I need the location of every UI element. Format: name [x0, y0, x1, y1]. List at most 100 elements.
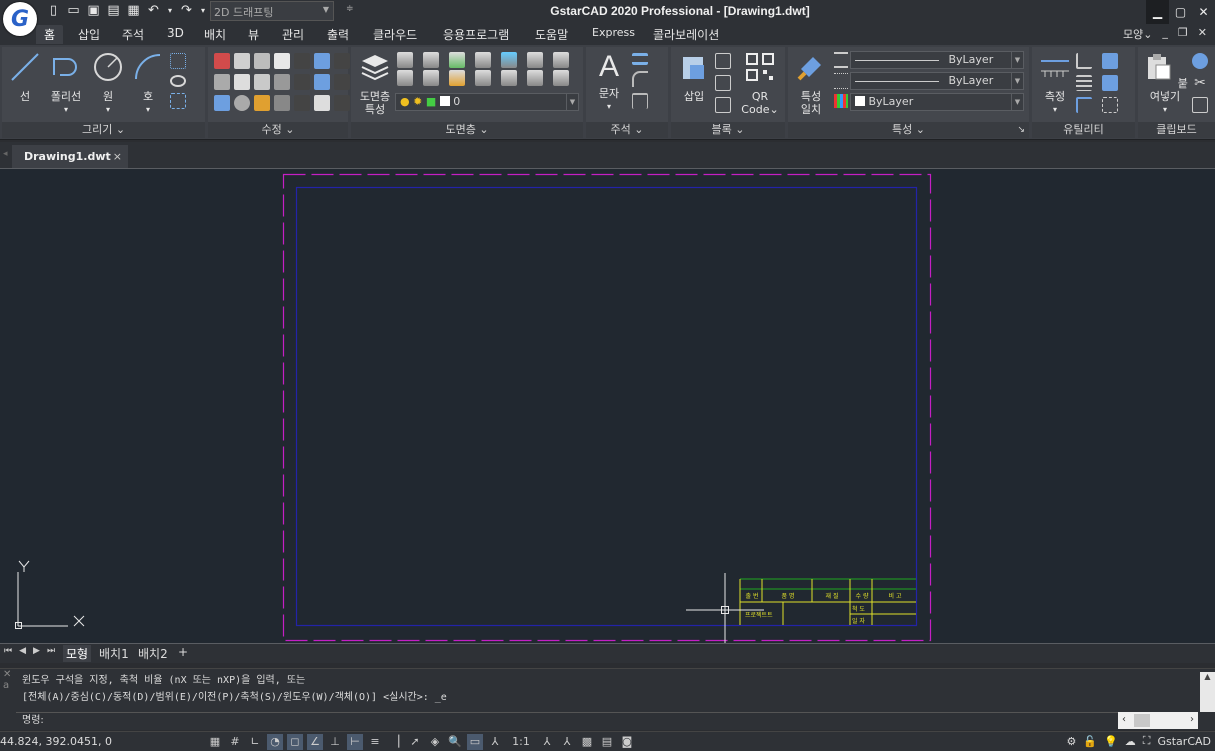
attribute-icon[interactable] — [715, 97, 731, 113]
chevron-down-icon[interactable] — [334, 74, 350, 90]
layer-tool-icon[interactable] — [475, 52, 491, 68]
chevron-down-icon[interactable] — [294, 74, 310, 90]
chevron-down-icon[interactable] — [294, 53, 310, 69]
document-tab[interactable]: Drawing1.dwt × — [12, 145, 128, 168]
drawing-canvas[interactable]: 출 번 품 명 재 질 수 량 비 고 프로젝트트 척 도 일 자 — [0, 168, 1215, 644]
tab-output[interactable]: 출력 — [327, 26, 349, 43]
layer-tool-icon[interactable] — [527, 70, 543, 86]
chevron-up-icon[interactable]: ▲ — [1200, 672, 1215, 681]
text-button[interactable]: A 문자 ▾ — [592, 51, 626, 113]
layer-tool-icon[interactable] — [553, 52, 569, 68]
tab-layout1[interactable]: 배치1 — [99, 645, 129, 662]
panel-layers-label[interactable]: 도면층 ⌄ — [351, 122, 583, 138]
maximize-button[interactable]: ▢ — [1169, 0, 1192, 24]
layer-tool-icon[interactable] — [423, 52, 439, 68]
layer-tool-icon[interactable] — [553, 70, 569, 86]
stretch-icon[interactable] — [234, 74, 250, 90]
next-layout-icon[interactable]: ▶ — [33, 646, 40, 656]
id-point-icon[interactable] — [1076, 97, 1092, 113]
layer-tool-icon[interactable] — [501, 52, 517, 68]
dimension-icon[interactable] — [632, 93, 648, 109]
osnap-tracking-icon[interactable]: ∠ — [307, 734, 323, 750]
app-logo[interactable]: G — [3, 2, 37, 36]
panel-modify-label[interactable]: 수정 ⌄ — [208, 122, 348, 138]
line-button[interactable]: 선 — [6, 51, 44, 103]
color-select[interactable]: ByLayer ▼ — [850, 93, 1024, 111]
group-icon[interactable] — [1102, 53, 1118, 69]
region-icon[interactable] — [170, 93, 186, 109]
first-layout-icon[interactable]: ⏮ — [4, 646, 12, 656]
panel-annotation-label[interactable]: 주석 ⌄ — [586, 122, 668, 138]
arc-button[interactable]: 호 ▾ — [128, 51, 168, 116]
tab-layout[interactable]: 배치 — [204, 26, 226, 43]
scroll-thumb[interactable] — [1134, 714, 1150, 727]
close-icon[interactable]: ✕ — [3, 669, 14, 680]
command-scrollbar[interactable]: ▲ — [1200, 672, 1215, 712]
match-properties-button[interactable]: 특성 일치 — [792, 51, 830, 116]
ortho-icon[interactable]: ∟ — [247, 734, 263, 750]
isolate-icon[interactable]: ▩ — [579, 734, 595, 750]
auto-scale-icon[interactable]: ⅄ — [559, 734, 575, 750]
tab-cloud[interactable]: 클라우드 — [373, 26, 417, 43]
annotation-scale-value[interactable]: 1:1 — [507, 734, 535, 750]
create-block-icon[interactable] — [715, 53, 731, 69]
scale-icon[interactable] — [314, 95, 330, 111]
chevron-left-icon[interactable]: ◂ — [3, 149, 8, 159]
circle-button[interactable]: 원 ▾ — [88, 51, 128, 116]
minimize-button[interactable]: ▁ — [1146, 0, 1169, 24]
doc-restore-button[interactable]: ❐ — [1178, 26, 1188, 42]
tab-layout2[interactable]: 배치2 — [138, 645, 168, 662]
tab-annotate[interactable]: 주석 — [122, 26, 144, 43]
chevron-right-icon[interactable]: › — [1190, 714, 1194, 725]
panel-clipboard-label[interactable]: 클립보드 — [1138, 122, 1215, 138]
grid-display-icon[interactable]: ▦ — [207, 734, 223, 750]
layer-tool-icon[interactable] — [397, 70, 413, 86]
extend-icon[interactable] — [274, 95, 290, 111]
lineweight-select[interactable]: ByLayer ▼ — [850, 51, 1024, 69]
insert-block-button[interactable]: 삽입 — [675, 51, 713, 103]
explode-icon[interactable] — [314, 74, 330, 90]
layer-tool-icon[interactable] — [527, 52, 543, 68]
layer-tool-icon[interactable] — [449, 52, 465, 68]
qr-code-button[interactable]: QR Code⌄ — [739, 51, 781, 116]
leader-icon[interactable] — [632, 71, 648, 87]
layer-lock-icon[interactable] — [449, 70, 465, 86]
fullscreen-icon[interactable]: ⛶ — [1143, 734, 1151, 748]
list-icon[interactable] — [1076, 75, 1092, 91]
mirror-icon[interactable] — [254, 53, 270, 69]
selection-cycling-icon[interactable]: ➚ — [407, 734, 423, 750]
tab-collaboration[interactable]: 콜라보레이션 — [653, 26, 719, 43]
polar-tracking-icon[interactable]: ◔ — [267, 734, 283, 750]
linetype-select[interactable]: ByLayer ▼ — [850, 72, 1024, 90]
tab-view[interactable]: 뷰 — [248, 26, 259, 43]
polyline-button[interactable]: 폴리선 ▾ — [44, 51, 88, 116]
tab-insert[interactable]: 삽입 — [78, 26, 100, 43]
model-space-icon[interactable]: ▭ — [467, 734, 483, 750]
command-input[interactable]: 명령: — [16, 712, 1119, 729]
calculator-icon[interactable]: ▤ — [599, 734, 615, 750]
rotate-icon[interactable] — [234, 95, 250, 111]
panel-draw-label[interactable]: 그리기 ⌄ — [2, 122, 205, 138]
tab-help[interactable]: 도움말 — [535, 26, 568, 43]
tab-express[interactable]: Express — [592, 26, 635, 39]
tab-home[interactable]: 홈 — [36, 25, 64, 44]
layer-tool-icon[interactable] — [397, 52, 413, 68]
panel-properties-label[interactable]: 특성 ⌄ ↘ — [788, 122, 1029, 138]
ungroup-icon[interactable] — [1102, 75, 1118, 91]
copy-icon[interactable] — [1192, 97, 1208, 113]
fillet-icon[interactable] — [274, 74, 290, 90]
snap-grid-icon[interactable]: # — [227, 734, 243, 750]
close-button[interactable]: ✕ — [1192, 0, 1215, 24]
doc-close-button[interactable]: ✕ — [1198, 26, 1207, 42]
chevron-left-icon[interactable]: ‹ — [1122, 714, 1126, 725]
layer-tool-icon[interactable] — [423, 70, 439, 86]
trim-icon[interactable] — [254, 95, 270, 111]
cut-icon[interactable]: ✂ — [1192, 75, 1208, 91]
clean-screen-icon[interactable]: ◙ — [619, 734, 635, 750]
add-layout-button[interactable]: + — [178, 645, 188, 659]
chevron-down-icon[interactable] — [334, 53, 350, 69]
transparency-icon[interactable]: ▕ — [387, 734, 403, 750]
ellipse-icon[interactable] — [170, 75, 186, 87]
tab-applications[interactable]: 응용프로그램 — [443, 26, 509, 43]
tab-model[interactable]: 모형 — [63, 645, 92, 662]
